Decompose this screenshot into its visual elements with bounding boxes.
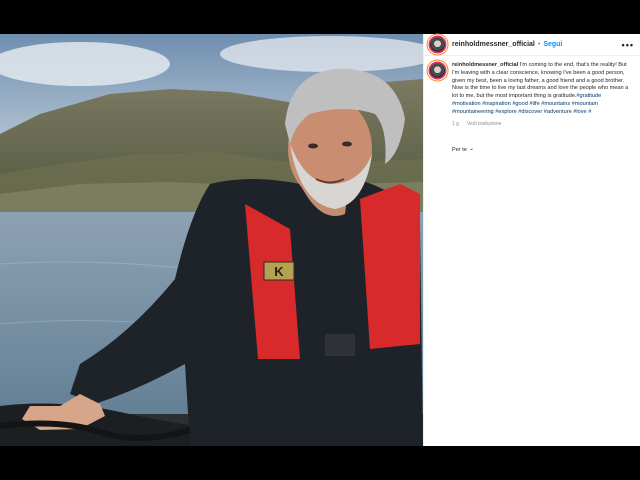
follow-button[interactable]: Segui	[543, 41, 562, 48]
caption-body: reinholdmessner_official I'm coming to t…	[452, 62, 630, 127]
time-ago[interactable]: 1 g	[452, 121, 459, 127]
avatar[interactable]	[430, 37, 445, 52]
caption: reinholdmessner_official I'm coming to t…	[424, 56, 640, 127]
post-photo[interactable]: K	[0, 34, 423, 446]
caption-meta: 1 g Vedi traduzione	[452, 121, 630, 127]
post-header: reinholdmessner_official • Segui •••	[424, 34, 640, 56]
comment-sort-dropdown[interactable]: Per te ⌄	[452, 146, 474, 153]
caption-avatar[interactable]	[430, 63, 445, 78]
username-link[interactable]: reinholdmessner_official	[452, 41, 535, 48]
chevron-down-icon: ⌄	[468, 146, 474, 152]
caption-username-link[interactable]: reinholdmessner_official	[452, 62, 518, 68]
life-vest-right	[360, 184, 420, 349]
comment-sort-label: Per te	[452, 146, 467, 153]
see-translation-button[interactable]: Vedi traduzione	[467, 121, 501, 127]
caption-text: reinholdmessner_official I'm coming to t…	[452, 62, 630, 117]
more-options-icon[interactable]: •••	[622, 40, 634, 50]
post-image: K	[0, 34, 423, 446]
post-sidebar: reinholdmessner_official • Segui ••• rei…	[423, 34, 640, 446]
separator-dot: •	[537, 41, 541, 48]
vest-badge-letter: K	[274, 264, 284, 279]
post-modal: K reinholdmessner_official • Segui ••• r…	[0, 34, 640, 446]
